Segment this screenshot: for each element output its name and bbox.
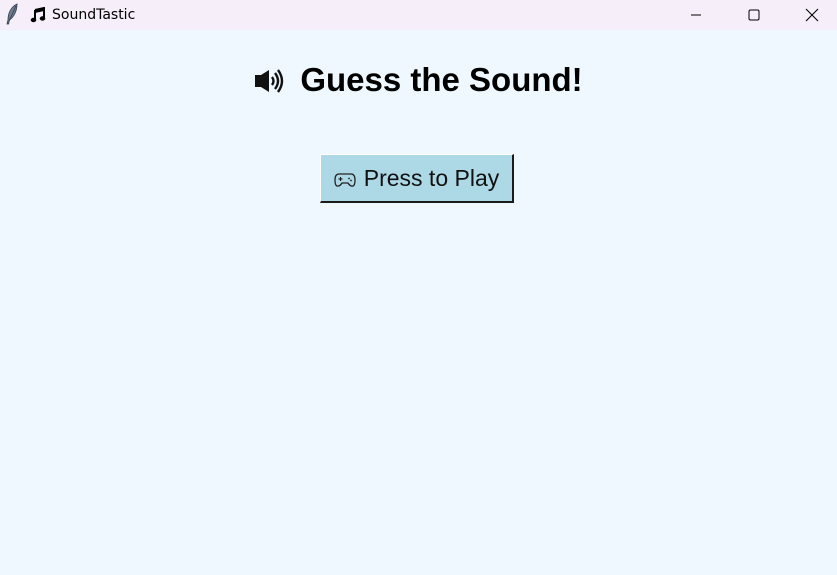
title-bar: SoundTastic xyxy=(0,0,837,30)
main-content: Guess the Sound! Press to Play xyxy=(0,30,837,575)
window-title: SoundTastic xyxy=(30,0,135,30)
close-icon xyxy=(805,8,819,22)
maximize-button[interactable] xyxy=(725,0,783,30)
speaker-icon xyxy=(254,68,286,94)
gamepad-icon xyxy=(334,172,356,188)
window-title-text: SoundTastic xyxy=(52,7,136,23)
minimize-icon xyxy=(691,14,701,16)
minimize-button[interactable] xyxy=(667,0,725,30)
play-button[interactable]: Press to Play xyxy=(320,154,514,203)
feather-icon[interactable] xyxy=(5,3,19,25)
maximize-icon xyxy=(748,9,760,21)
page-title: Guess the Sound! xyxy=(0,60,837,100)
music-note-icon xyxy=(30,6,46,23)
close-button[interactable] xyxy=(783,0,837,30)
heading-text: Guess the Sound! xyxy=(300,61,583,98)
play-button-label: Press to Play xyxy=(363,164,500,191)
